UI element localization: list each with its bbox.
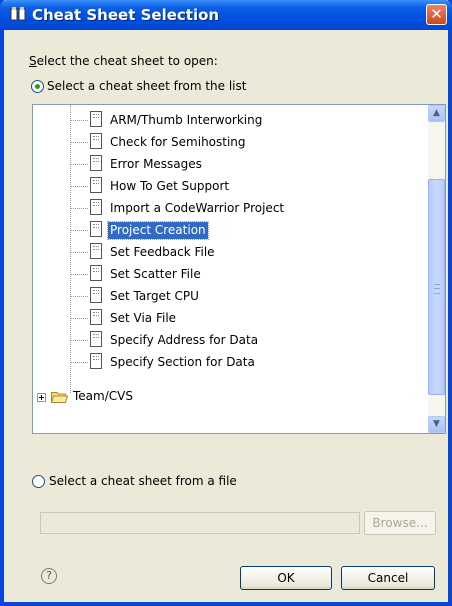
tree-item-label: Error Messages [110,157,202,171]
document-icon [90,133,102,149]
close-button[interactable]: ✕ [426,4,447,25]
tree-item[interactable]: Specify Section for Data [33,352,423,374]
title-bar[interactable]: Cheat Sheet Selection ✕ [0,0,452,30]
tree-item-label: Set Scatter File [110,267,201,281]
expand-icon[interactable] [37,393,46,402]
tree-item-label: ARM/Thumb Interworking [110,113,263,127]
tree-item-label: Check for Semihosting [110,135,246,149]
document-icon [90,331,102,347]
window-title: Cheat Sheet Selection [32,6,220,24]
prompt-label: elect the cheat sheet to open: [36,54,218,68]
tree-item-label: Specify Address for Data [110,333,259,347]
tree-item[interactable]: Set Scatter File [33,264,423,286]
tree-item[interactable]: Error Messages [33,154,423,176]
document-icon [90,155,102,171]
tree-item-label: Set Target CPU [110,289,199,303]
tree-item[interactable]: Import a CodeWarrior Project [33,198,423,220]
browse-button[interactable]: Browse... [364,511,436,535]
tree-item[interactable]: Set Feedback File [33,242,423,264]
prompt-text: Select the cheat sheet to open: [29,54,218,68]
radio-from-list-label[interactable]: Select a cheat sheet from the list [47,79,246,93]
tree-item-label: Set Via File [110,311,177,325]
cheat-sheet-icon [10,7,26,21]
tree-folder-label: Team/CVS [73,389,133,403]
scroll-down-button[interactable]: ▼ [428,416,445,433]
radio-from-file-label[interactable]: Select a cheat sheet from a file [49,474,237,488]
help-icon[interactable]: ? [41,568,57,584]
tree-item[interactable]: Project Creation [33,220,423,242]
document-icon [90,287,102,303]
prompt-mnemonic: S [29,54,37,68]
ok-button[interactable]: OK [240,566,332,590]
radio-from-list[interactable] [31,80,44,93]
tree-item[interactable]: ARM/Thumb Interworking [33,110,423,132]
scroll-up-button[interactable]: ▲ [428,105,445,122]
tree-item[interactable]: How To Get Support [33,176,423,198]
tree-item[interactable]: Set Target CPU [33,286,423,308]
document-icon [90,265,102,281]
file-path-field[interactable] [40,512,360,534]
document-icon [90,353,102,369]
document-icon [90,111,102,127]
dialog-body: Select the cheat sheet to open: Select a… [4,30,448,602]
cheat-sheet-dialog: Cheat Sheet Selection ✕ Select the cheat… [0,0,452,606]
document-icon [90,309,102,325]
scroll-grip-icon [434,284,440,294]
radio-from-file[interactable] [32,475,45,488]
tree-item[interactable]: Check for Semihosting [33,132,423,154]
tree-scrollbar[interactable]: ▲ ▼ [428,105,445,433]
cheat-sheet-tree[interactable]: ARM/Thumb Interworking Check for Semihost… [32,104,446,434]
document-icon [90,177,102,193]
tree-item-label: Import a CodeWarrior Project [110,201,285,215]
chevron-down-icon: ▼ [433,419,440,429]
chevron-up-icon: ▲ [433,108,440,118]
tree-folder-row[interactable]: Team/CVS [33,386,423,408]
tree-item[interactable]: Specify Address for Data [33,330,423,352]
folder-icon [51,392,68,403]
tree-item-label: Specify Section for Data [110,355,255,369]
document-icon [90,243,102,259]
scroll-thumb[interactable] [428,179,445,395]
close-icon: ✕ [430,5,443,23]
tree-item-label: Set Feedback File [110,245,215,259]
document-icon [90,199,102,215]
tree-item-label: How To Get Support [110,179,230,193]
radio-selected-dot [35,84,40,89]
tree-item-label: Project Creation [107,221,209,240]
document-icon [90,221,102,237]
cancel-button[interactable]: Cancel [341,566,435,590]
tree-item[interactable]: Set Via File [33,308,423,330]
